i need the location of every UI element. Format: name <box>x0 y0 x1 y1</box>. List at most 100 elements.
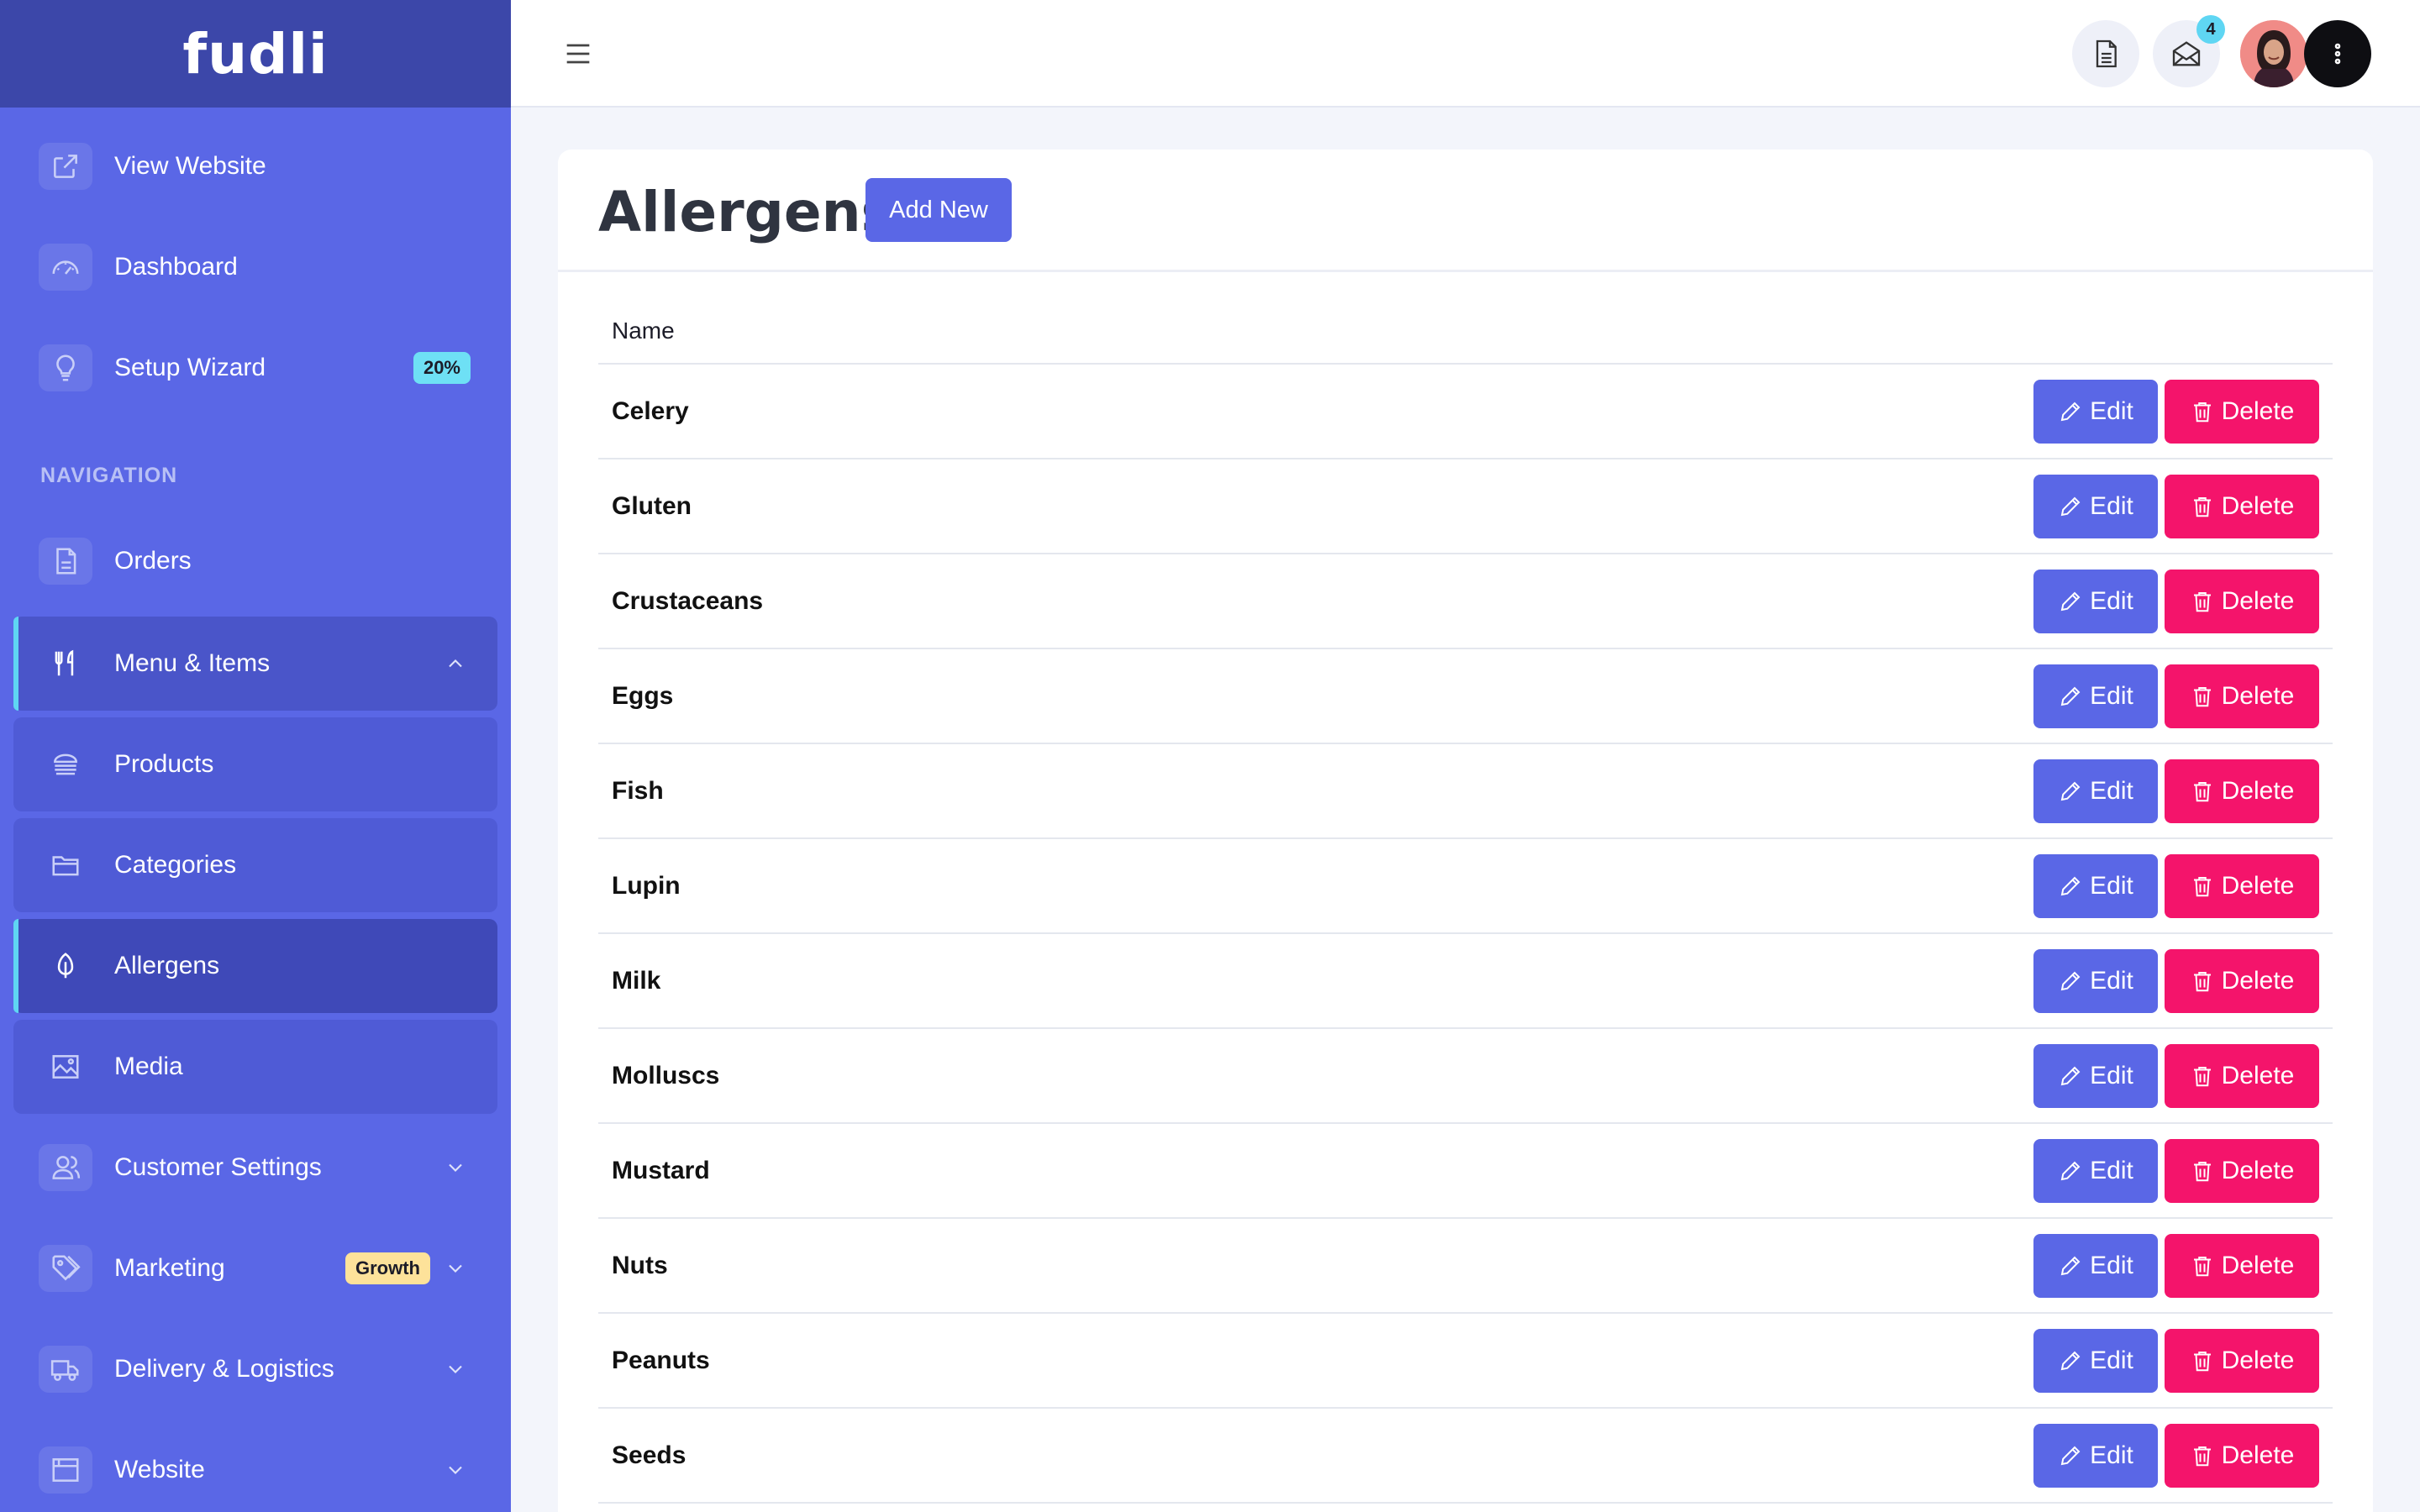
table-row: Milk Edit Delete <box>598 934 2333 1029</box>
trash-icon <box>2193 1067 2211 1087</box>
table-row: Gluten Edit Delete <box>598 459 2333 554</box>
edit-label: Edit <box>2090 1062 2133 1089</box>
edit-label: Edit <box>2090 1441 2133 1469</box>
pencil-icon <box>2060 1351 2081 1371</box>
delete-label: Delete <box>2221 967 2295 995</box>
column-header-name: Name <box>598 299 2333 365</box>
delete-button[interactable]: Delete <box>2165 664 2319 728</box>
row-actions: Edit Delete <box>2033 1424 2319 1488</box>
edit-button[interactable]: Edit <box>2033 380 2158 444</box>
allergen-name: Milk <box>612 966 661 995</box>
edit-button[interactable]: Edit <box>2033 664 2158 728</box>
tag-icon <box>39 1245 92 1292</box>
sidebar-item-setup-wizard[interactable]: Setup Wizard 20% <box>13 321 497 415</box>
edit-button[interactable]: Edit <box>2033 1424 2158 1488</box>
hamburger-menu-icon[interactable] <box>561 37 595 71</box>
messages-button[interactable]: 4 <box>2153 15 2225 87</box>
sidebar-item-delivery-logistics[interactable]: Delivery & Logistics <box>13 1322 497 1416</box>
more-vertical-icon <box>2334 43 2341 65</box>
pencil-icon <box>2060 1446 2081 1466</box>
allergen-name: Eggs <box>612 681 674 710</box>
delete-label: Delete <box>2221 397 2295 425</box>
pencil-icon <box>2060 1161 2081 1181</box>
delete-button[interactable]: Delete <box>2165 1044 2319 1108</box>
edit-button[interactable]: Edit <box>2033 854 2158 918</box>
edit-button[interactable]: Edit <box>2033 759 2158 823</box>
chevron-down-icon[interactable] <box>444 1458 467 1482</box>
edit-button[interactable]: Edit <box>2033 1329 2158 1393</box>
users-icon <box>39 1144 92 1191</box>
allergen-name: Gluten <box>612 491 692 520</box>
sidebar-item-label: Marketing <box>114 1254 225 1282</box>
chevron-down-icon[interactable] <box>444 1357 467 1381</box>
edit-button[interactable]: Edit <box>2033 1234 2158 1298</box>
sidebar-item-marketing[interactable]: Marketing Growth <box>13 1221 497 1315</box>
edit-button[interactable]: Edit <box>2033 1044 2158 1108</box>
sidebar-item-label: Orders <box>114 547 192 575</box>
browser-icon <box>39 1446 92 1494</box>
section-label: NAVIGATION <box>40 464 178 487</box>
sidebar-item-customer-settings[interactable]: Customer Settings <box>13 1121 497 1215</box>
delete-button[interactable]: Delete <box>2165 1139 2319 1203</box>
edit-button[interactable]: Edit <box>2033 570 2158 633</box>
sidebar-item-menu-items[interactable]: Menu & Items <box>13 617 497 711</box>
sidebar-item-label: Media <box>114 1053 183 1080</box>
row-actions: Edit Delete <box>2033 1139 2319 1203</box>
table-row: Mustard Edit Delete <box>598 1124 2333 1219</box>
lightbulb-icon <box>39 344 92 391</box>
row-actions: Edit Delete <box>2033 759 2319 823</box>
sidebar-item-dashboard[interactable]: Dashboard <box>13 220 497 314</box>
delete-button[interactable]: Delete <box>2165 949 2319 1013</box>
delete-button[interactable]: Delete <box>2165 1329 2319 1393</box>
avatar[interactable] <box>2240 20 2307 87</box>
row-actions: Edit Delete <box>2033 1044 2319 1108</box>
delete-button[interactable]: Delete <box>2165 380 2319 444</box>
delete-button[interactable]: Delete <box>2165 1424 2319 1488</box>
add-new-button[interactable]: Add New <box>865 178 1012 242</box>
table-row: Seeds Edit Delete <box>598 1409 2333 1504</box>
sidebar-item-label: Customer Settings <box>114 1153 322 1181</box>
delete-label: Delete <box>2221 1157 2295 1184</box>
document-button[interactable] <box>2072 20 2139 87</box>
sidebar-item-products[interactable]: Products <box>13 717 497 811</box>
allergen-name: Molluscs <box>612 1061 720 1089</box>
sidebar-item-categories[interactable]: Categories <box>13 818 497 912</box>
sidebar-item-orders[interactable]: Orders <box>13 514 497 608</box>
trash-icon <box>2193 972 2211 992</box>
row-actions: Edit Delete <box>2033 949 2319 1013</box>
pencil-icon <box>2060 496 2081 517</box>
edit-label: Edit <box>2090 397 2133 425</box>
delete-label: Delete <box>2221 492 2295 520</box>
delete-button[interactable]: Delete <box>2165 570 2319 633</box>
chevron-down-icon[interactable] <box>444 1156 467 1179</box>
delete-button[interactable]: Delete <box>2165 759 2319 823</box>
trash-icon <box>2193 1257 2211 1277</box>
card-header: Allergens Add New <box>558 150 2373 272</box>
delete-label: Delete <box>2221 587 2295 615</box>
table-row: Molluscs Edit Delete <box>598 1029 2333 1124</box>
sidebar-item-allergens[interactable]: Allergens <box>13 919 497 1013</box>
table-body: Celery Edit Delete Gluten Edit Delete Cr… <box>598 365 2333 1504</box>
logo-bar: fudli <box>0 0 511 108</box>
brand-logo[interactable]: fudli <box>182 22 328 87</box>
sidebar-item-view-website[interactable]: View Website <box>13 119 497 213</box>
allergens-table: Name Celery Edit Delete Gluten Edit Dele… <box>598 299 2333 1504</box>
delete-button[interactable]: Delete <box>2165 475 2319 538</box>
edit-button[interactable]: Edit <box>2033 1139 2158 1203</box>
chevron-down-icon[interactable] <box>444 1257 467 1280</box>
delete-button[interactable]: Delete <box>2165 1234 2319 1298</box>
chevron-up-icon[interactable] <box>444 652 467 675</box>
leaf-icon <box>39 942 92 990</box>
more-options-button[interactable] <box>2304 20 2371 87</box>
sidebar-item-label: Allergens <box>114 952 220 979</box>
sidebar-item-media[interactable]: Media <box>13 1020 497 1114</box>
edit-button[interactable]: Edit <box>2033 949 2158 1013</box>
pencil-icon <box>2060 1256 2081 1276</box>
sidebar-item-website[interactable]: Website <box>13 1423 497 1512</box>
trash-icon <box>2193 687 2211 707</box>
trash-icon <box>2193 1162 2211 1182</box>
delete-button[interactable]: Delete <box>2165 854 2319 918</box>
sidebar-item-label: Products <box>114 750 214 778</box>
edit-button[interactable]: Edit <box>2033 475 2158 538</box>
delete-label: Delete <box>2221 872 2295 900</box>
